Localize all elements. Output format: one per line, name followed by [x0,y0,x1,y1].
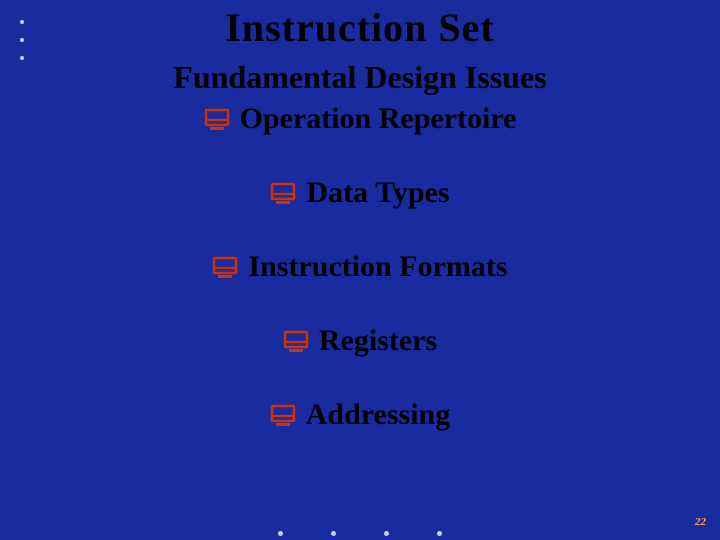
bullet-item: Data Types [0,176,720,210]
computer-icon [270,404,296,428]
bullet-item: Instruction Formats [0,250,720,284]
decorative-dots-bottom [278,531,442,536]
bullet-item: Registers [0,324,720,358]
bullet-text: Operation Repertoire [240,102,517,135]
slide-title: Instruction Set [0,0,720,51]
computer-icon [283,330,309,354]
slide-subtitle: Fundamental Design Issues [0,59,720,96]
bullet-text: Addressing [306,398,451,431]
bullet-text: Registers [319,324,437,357]
bullet-item: Addressing [0,398,720,432]
decorative-dots-left [20,6,24,74]
page-number: 22 [695,516,706,528]
bullet-text: Instruction Formats [248,250,507,283]
bullet-item: Operation Repertoire [0,102,720,136]
computer-icon [212,256,238,280]
bullet-text: Data Types [306,176,449,209]
computer-icon [204,108,230,132]
computer-icon [270,182,296,206]
